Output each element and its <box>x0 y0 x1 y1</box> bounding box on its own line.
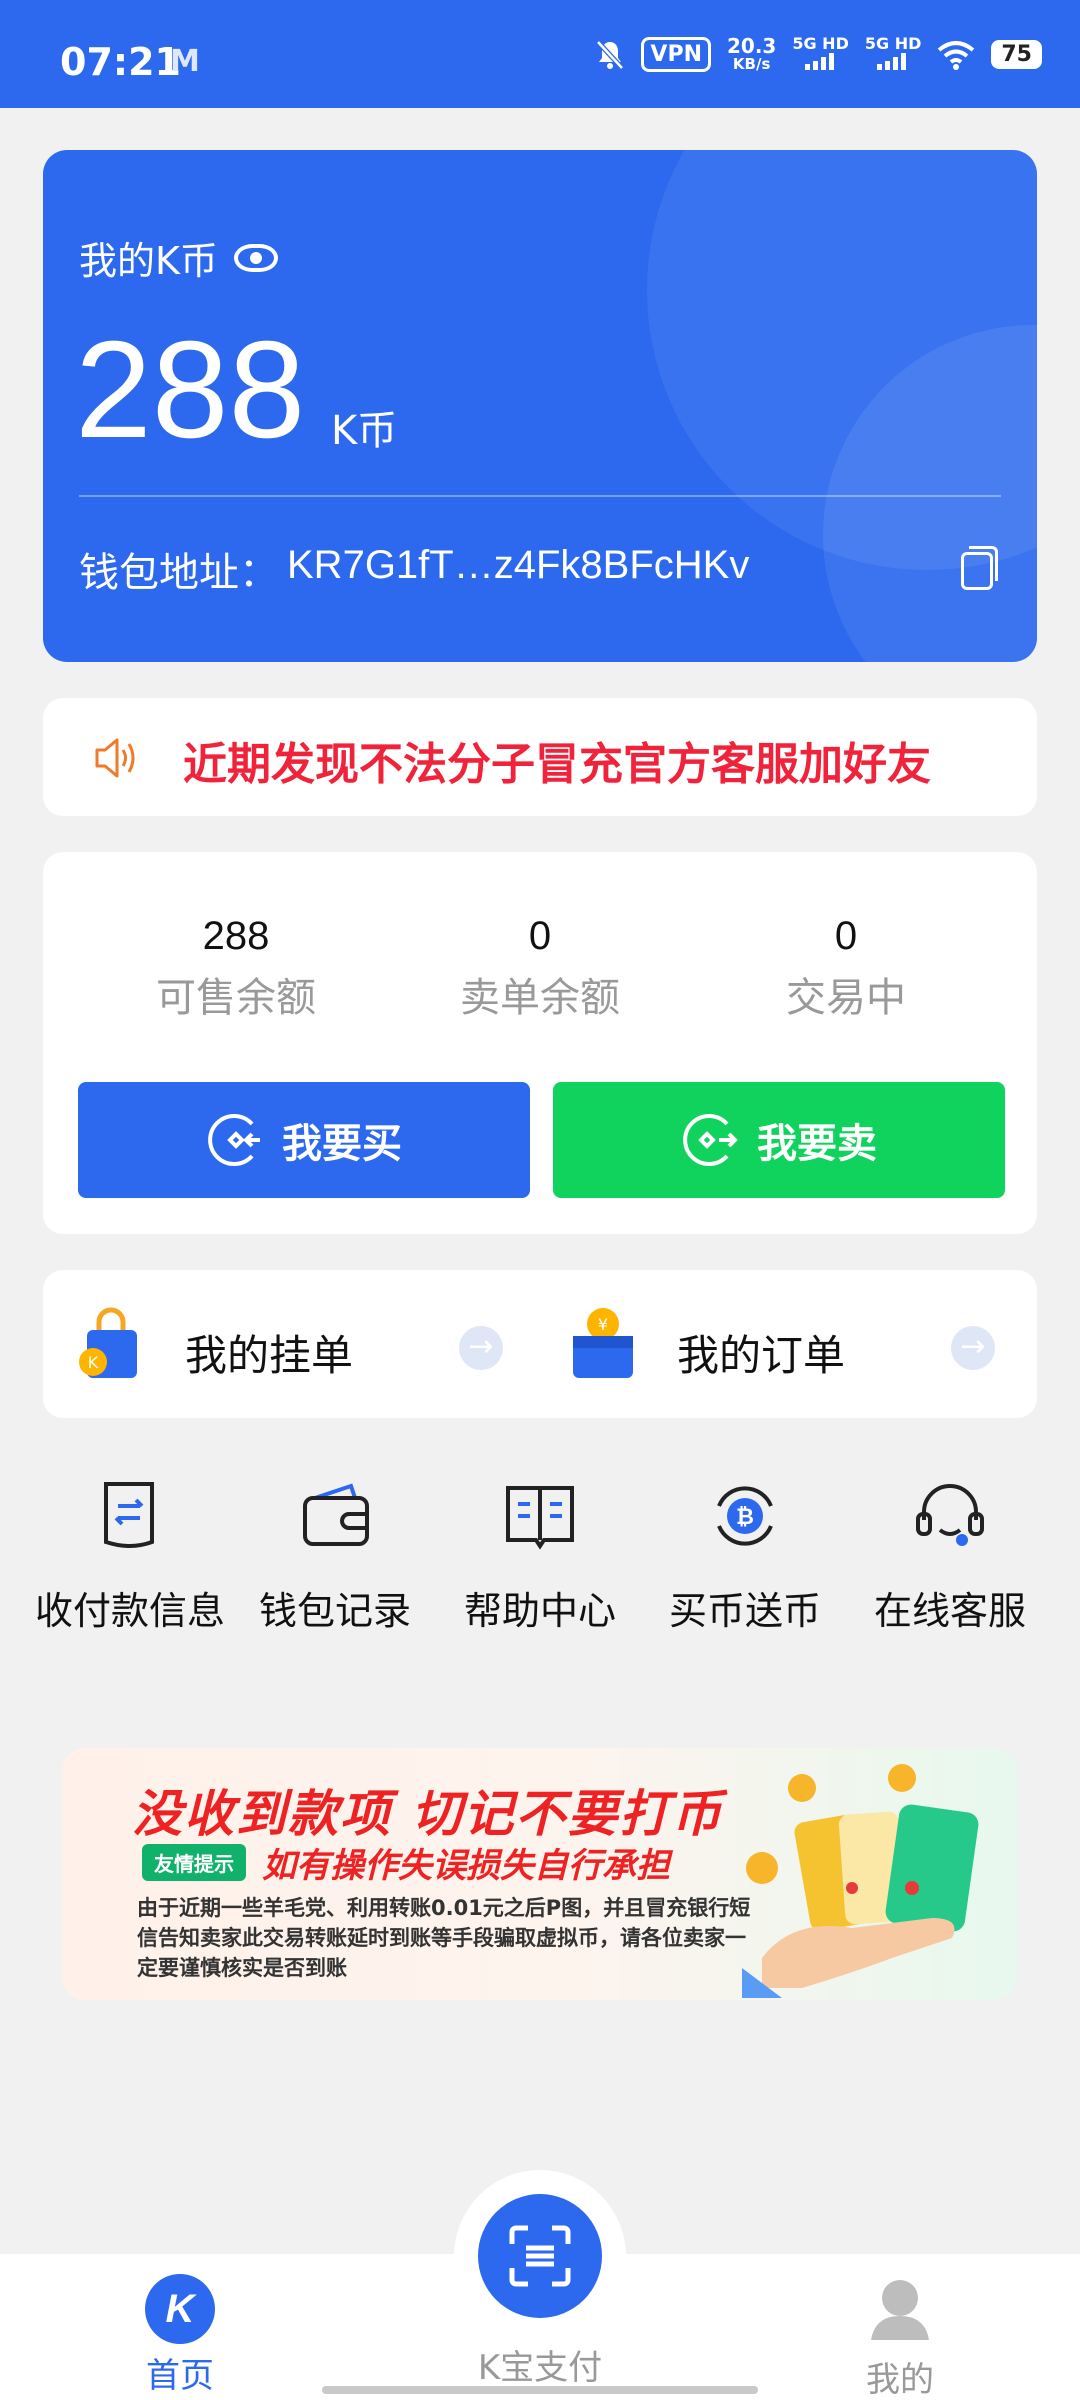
buy-button[interactable]: 我要买 <box>78 1082 530 1198</box>
wallet-balance: 288 <box>75 313 306 467</box>
quick-link-label: 帮助中心 <box>463 1589 616 1633</box>
stat-sellable: 288 可售余额 <box>106 914 366 1023</box>
svg-text:₿: ₿ <box>736 1505 754 1530</box>
quick-links: 收付款信息 钱包记录 帮助中心 ₿ 买币送币 在线客服 <box>30 1476 1050 1635</box>
battery-indicator: 75 <box>991 40 1042 69</box>
scan-icon <box>509 2225 571 2287</box>
buy-icon <box>208 1114 260 1166</box>
gesture-bar <box>322 2386 758 2394</box>
speed-value: 20.3 <box>726 33 777 58</box>
sell-button[interactable]: 我要卖 <box>553 1082 1005 1198</box>
stat-value: 288 <box>202 914 270 958</box>
bitcoin-icon: ₿ <box>717 1486 773 1546</box>
my-orders-label: 我的订单 <box>677 1331 846 1380</box>
wallet-card: 我的K币 288 K币 钱包地址： KR7G1fT…z4Fk8BFcHKv <box>43 150 1037 662</box>
nav-pay[interactable]: K宝支付 <box>440 2336 640 2389</box>
address-label: 钱包地址： <box>79 550 279 596</box>
wallet-coin-icon: ¥ <box>573 1308 633 1378</box>
arrow-right-icon: → <box>951 1326 995 1370</box>
quick-link-label: 收付款信息 <box>34 1589 225 1633</box>
quick-link-label: 钱包记录 <box>258 1589 411 1633</box>
status-icons: VPN 20.3 KB/s 5G HD 5G HD 75 <box>595 36 1042 73</box>
wifi-icon <box>938 40 975 70</box>
quick-link-buy-bonus[interactable]: ₿ 买币送币 <box>645 1476 845 1635</box>
sim1-label: 5G HD <box>792 34 849 53</box>
status-time: 07:21 <box>60 40 181 84</box>
stat-label: 可售余额 <box>156 975 316 1021</box>
buy-label: 我要买 <box>282 1121 402 1167</box>
stat-label: 卖单余额 <box>460 975 620 1021</box>
sell-label: 我要卖 <box>757 1121 877 1167</box>
wallet-title-text: 我的K币 <box>79 239 218 283</box>
nav-pay-label: K宝支付 <box>477 2348 603 2388</box>
svg-text:¥: ¥ <box>598 1315 608 1334</box>
quick-link-wallet-records[interactable]: 钱包记录 <box>235 1476 435 1635</box>
nav-me[interactable]: 我的 <box>800 2254 1000 2400</box>
copy-icon[interactable] <box>961 546 998 590</box>
sim2-label: 5G HD <box>864 34 922 53</box>
nav-me-label: 我的 <box>866 2360 934 2400</box>
wallet-address: KR7G1fT…z4Fk8BFcHKv <box>287 543 750 587</box>
arrow-right-icon: → <box>459 1326 503 1370</box>
nav-home[interactable]: K 首页 <box>80 2254 280 2397</box>
my-orders-entry[interactable]: ¥ 我的订单 → <box>535 1270 1005 1418</box>
book-icon <box>506 1486 574 1550</box>
quick-link-payment-info[interactable]: 收付款信息 <box>30 1476 230 1635</box>
home-logo-icon: K <box>145 2274 215 2344</box>
banner-body: 由于近期一些羊毛党、利用转账0.01元之后P图，并且冒充银行短信告知卖家此交易转… <box>137 1896 751 1980</box>
my-listings-entry[interactable]: K 我的挂单 → <box>43 1270 513 1418</box>
quick-link-label: 在线客服 <box>873 1589 1026 1633</box>
orders-card: K 我的挂单 → ¥ 我的订单 → <box>43 1270 1037 1418</box>
my-listings-label: 我的挂单 <box>185 1331 354 1380</box>
quick-link-help-center[interactable]: 帮助中心 <box>440 1476 640 1635</box>
stat-value: 0 <box>528 914 552 958</box>
wallet-unit: K币 <box>331 408 398 454</box>
scan-button[interactable] <box>454 2170 626 2342</box>
nav-home-label: 首页 <box>146 2356 214 2396</box>
banner-tag: 友情提示 <box>142 1844 246 1881</box>
bell-muted-icon <box>596 39 625 70</box>
quick-link-customer-service[interactable]: 在线客服 <box>850 1476 1050 1635</box>
quick-link-label: 买币送币 <box>668 1589 821 1633</box>
headset-icon <box>916 1484 984 1546</box>
stat-label: 交易中 <box>786 975 906 1021</box>
user-icon <box>871 2280 929 2340</box>
network-speed: 20.3 KB/s <box>726 33 777 73</box>
svg-text:K: K <box>88 1353 99 1372</box>
warning-banner[interactable]: 没收到款项 切记不要打币 友情提示 如有操作失误损失自行承担 由于近期一些羊毛党… <box>62 1748 1017 2000</box>
shopping-bag-icon: K <box>79 1307 137 1378</box>
payment-info-icon <box>104 1482 154 1548</box>
wallet-title: 我的K币 <box>79 230 278 285</box>
divider <box>79 495 1001 497</box>
sim2-signal-icon: 5G HD <box>864 34 922 73</box>
eye-icon[interactable] <box>233 243 278 272</box>
notice-text: 近期发现不法分子冒充官方客服加好友 <box>183 739 931 790</box>
hand-cards-illustration <box>742 1764 979 1998</box>
wallet-icon <box>303 1483 369 1546</box>
stat-in-trade: 0 交易中 <box>716 914 976 1023</box>
banner-subheadline: 如有操作失误损失自行承担 <box>262 1846 670 1886</box>
notice-bar[interactable]: 近期发现不法分子冒充官方客服加好友 <box>43 698 1037 816</box>
sell-icon <box>683 1114 738 1166</box>
banner-headline: 没收到款项 切记不要打币 <box>132 1785 724 1843</box>
stat-value: 0 <box>834 914 858 958</box>
speed-unit: KB/s <box>732 54 771 73</box>
mail-icon: M <box>170 44 200 79</box>
stat-sell-order-balance: 0 卖单余额 <box>410 914 670 1023</box>
scan-circle <box>478 2194 602 2318</box>
status-bar: 07:21 M VPN 20.3 KB/s 5G HD 5G HD 75 <box>0 0 1080 108</box>
balance-card: 288 可售余额 0 卖单余额 0 交易中 我要买 我要卖 <box>43 852 1037 1234</box>
vpn-badge: VPN <box>641 37 711 72</box>
sim1-signal-icon: 5G HD <box>792 36 849 73</box>
speaker-icon <box>95 738 135 778</box>
